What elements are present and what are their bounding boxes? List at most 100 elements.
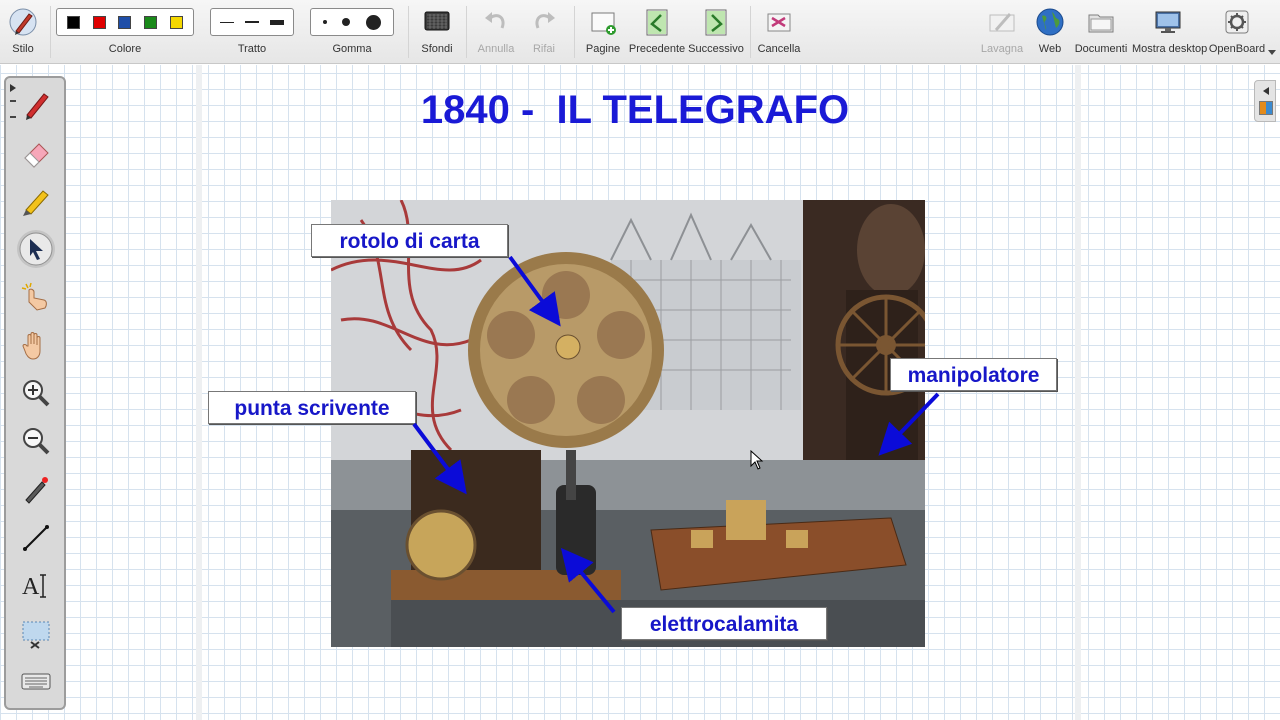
- eraser-options: [310, 8, 394, 36]
- undo-label: Annulla: [477, 43, 515, 55]
- stroke-label: Tratto: [237, 43, 267, 55]
- hand-icon: [22, 332, 41, 360]
- svg-text:A: A: [22, 574, 40, 600]
- page-title[interactable]: 1840 - IL TELEGRAFO: [330, 88, 940, 133]
- web-label: Web: [1038, 43, 1062, 55]
- separator: [408, 6, 409, 58]
- stroke-thin[interactable]: [220, 21, 235, 23]
- callout-paper-roll[interactable]: rotolo di carta: [311, 224, 508, 257]
- color-swatch-red[interactable]: [92, 15, 106, 29]
- chevron-down-icon[interactable]: [1268, 50, 1276, 55]
- virtual-keyboard-tool[interactable]: [17, 662, 55, 700]
- line-tool[interactable]: [17, 518, 55, 556]
- line-icon: [23, 525, 49, 551]
- openboard-label: OpenBoard: [1208, 43, 1266, 55]
- stroke-options: [210, 8, 294, 36]
- zoom-out-tool[interactable]: [17, 422, 55, 460]
- telegraph-photo[interactable]: [331, 200, 925, 647]
- palette-collapse-icon[interactable]: [10, 84, 16, 92]
- zoom-in-icon: [23, 380, 50, 407]
- backgrounds-button[interactable]: Sfondi: [414, 0, 460, 64]
- web-button[interactable]: Web: [1030, 0, 1070, 64]
- documents-button[interactable]: Documenti: [1074, 0, 1128, 64]
- mouse-cursor-icon: [750, 450, 764, 470]
- telegraph-photo-drawing: [331, 200, 925, 647]
- separator: [750, 6, 751, 58]
- zoom-out-icon: [23, 428, 50, 455]
- previous-page-button[interactable]: Precedente: [628, 0, 686, 64]
- redo-label: Rifai: [532, 43, 555, 55]
- clear-page-icon: [767, 13, 791, 32]
- stylus-icon: [9, 8, 37, 36]
- next-label: Successivo: [688, 43, 744, 55]
- redo-icon: [535, 12, 555, 29]
- next-page-button[interactable]: Successivo: [688, 0, 744, 64]
- globe-icon: [1036, 8, 1064, 36]
- chevron-left-icon: [1263, 87, 1269, 95]
- page-margin-left: [196, 65, 202, 720]
- color-swatch-blue[interactable]: [118, 15, 132, 29]
- previous-page-icon: [646, 9, 668, 36]
- stylus-label: Stilo: [12, 43, 34, 55]
- callout-writing-tip[interactable]: punta scrivente: [208, 391, 416, 424]
- eraser-size-picker[interactable]: Gomma: [308, 0, 396, 64]
- stroke-thick[interactable]: [269, 19, 284, 25]
- clear-label: Cancella: [757, 43, 801, 55]
- stylus-button[interactable]: Stilo: [2, 0, 44, 64]
- folder-icon: [1088, 14, 1114, 33]
- board-mode-button[interactable]: Lavagna: [980, 0, 1024, 64]
- interact-tool[interactable]: [17, 278, 55, 316]
- eraser-icon: [24, 143, 49, 168]
- eraser-small[interactable]: [322, 20, 327, 24]
- color-swatch-yellow[interactable]: [169, 15, 183, 29]
- eraser-label: Gomma: [332, 43, 372, 55]
- callout-manipulator[interactable]: manipolatore: [890, 358, 1057, 391]
- separator: [574, 6, 575, 58]
- next-page-icon: [705, 9, 727, 36]
- color-swatch-black[interactable]: [67, 15, 81, 29]
- redo-button[interactable]: Rifai: [522, 0, 566, 64]
- pages-button[interactable]: Pagine: [580, 0, 626, 64]
- eraser-large[interactable]: [366, 14, 382, 30]
- previous-label: Precedente: [628, 43, 686, 55]
- show-desktop-button[interactable]: Mostra desktop: [1132, 0, 1208, 64]
- marker-icon: [23, 190, 49, 216]
- backgrounds-label: Sfondi: [421, 43, 453, 55]
- board-icon: [989, 13, 1015, 32]
- gear-icon: [1225, 10, 1249, 34]
- stroke-medium[interactable]: [244, 21, 259, 23]
- play-icon: [21, 282, 47, 311]
- separator: [50, 6, 51, 58]
- pen-tool[interactable]: [17, 86, 55, 124]
- pages-label: Pagine: [585, 43, 621, 55]
- clear-button[interactable]: Cancella: [756, 0, 802, 64]
- selector-tool[interactable]: [17, 230, 55, 268]
- monitor-icon: [1155, 11, 1181, 33]
- selector-icon: [19, 232, 53, 266]
- zoom-in-tool[interactable]: [17, 374, 55, 412]
- library-panel-handle[interactable]: [1254, 80, 1276, 122]
- hand-tool[interactable]: [17, 326, 55, 364]
- palette-grip-icon[interactable]: [10, 100, 16, 118]
- text-tool[interactable]: A: [17, 566, 55, 604]
- eraser-medium[interactable]: [342, 18, 351, 26]
- color-swatch-green[interactable]: [144, 15, 158, 29]
- keyboard-icon: [21, 673, 51, 690]
- eraser-tool[interactable]: [17, 134, 55, 172]
- tool-palette: A: [4, 76, 66, 710]
- laser-pointer-icon: [25, 477, 48, 504]
- page-margin-right: [1075, 65, 1081, 720]
- laser-pointer-tool[interactable]: [17, 470, 55, 508]
- backgrounds-icon: [424, 11, 450, 31]
- add-page-icon: [591, 12, 616, 35]
- pen-icon: [26, 93, 49, 120]
- undo-button[interactable]: Annulla: [474, 0, 518, 64]
- stroke-width-picker[interactable]: Tratto: [208, 0, 296, 64]
- capture-tool[interactable]: [17, 614, 55, 652]
- openboard-menu-button[interactable]: OpenBoard: [1208, 0, 1266, 64]
- show-desktop-label: Mostra desktop: [1132, 43, 1208, 55]
- color-picker[interactable]: Colore: [54, 0, 196, 64]
- separator: [466, 6, 467, 58]
- callout-electromagnet[interactable]: elettrocalamita: [621, 607, 827, 640]
- marker-tool[interactable]: [17, 182, 55, 220]
